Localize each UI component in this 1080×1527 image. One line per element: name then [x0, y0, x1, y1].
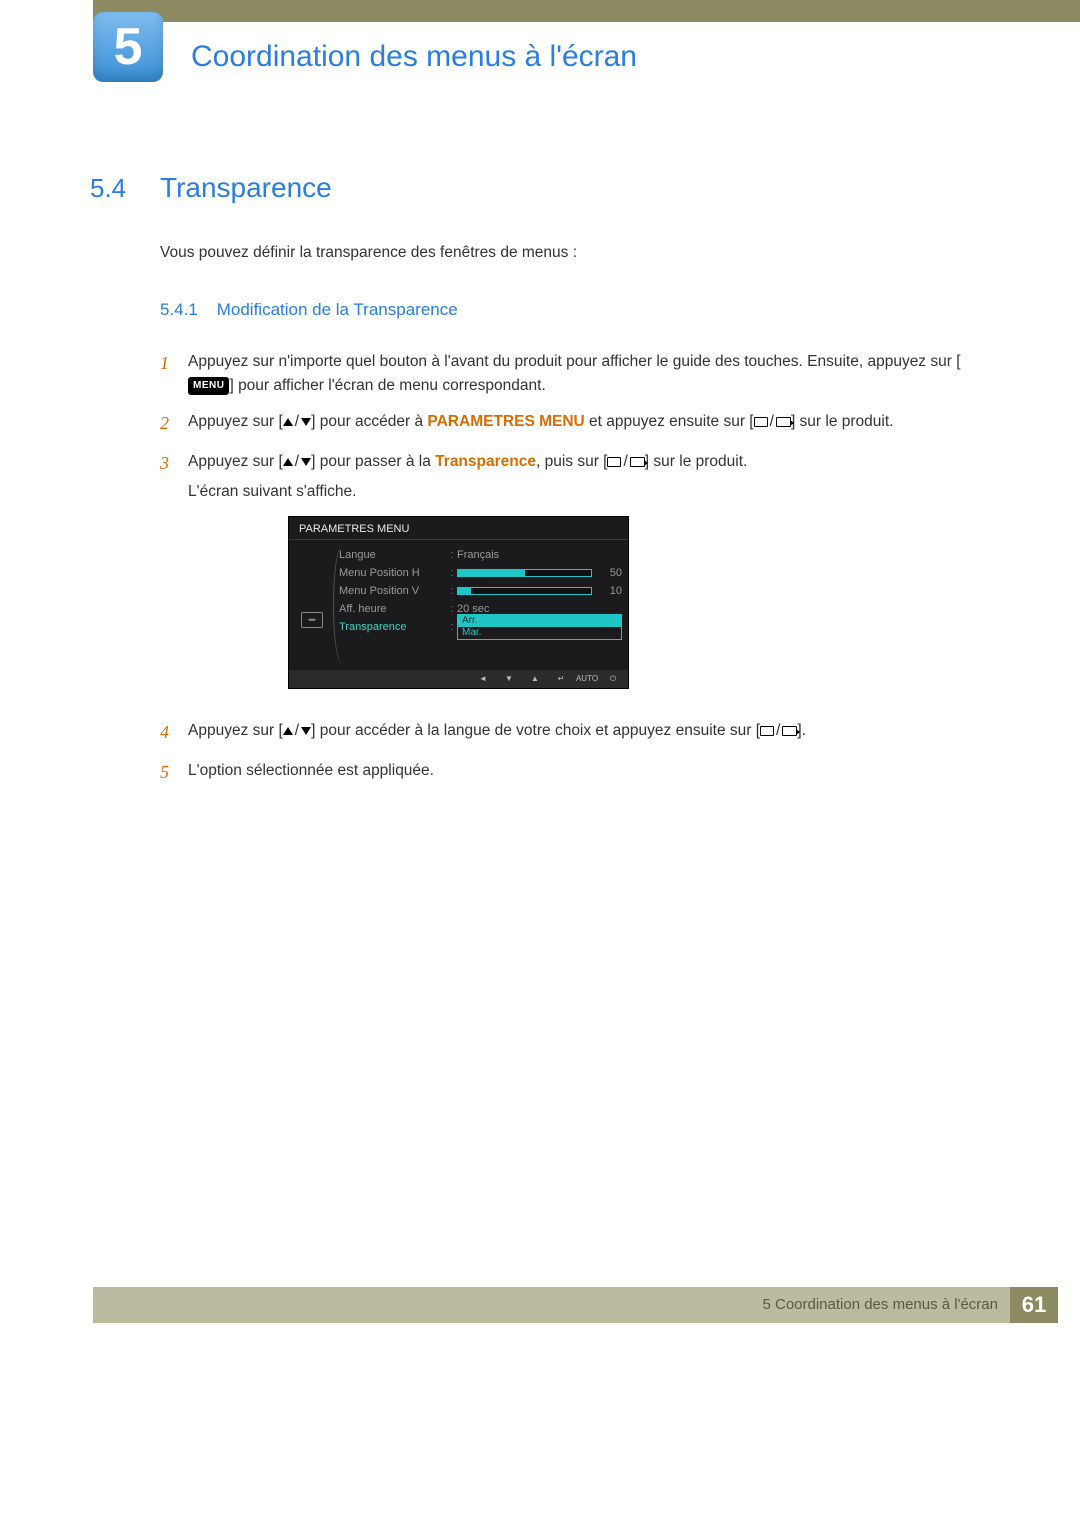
step-text: Appuyez sur n'importe quel bouton à l'av…: [188, 350, 990, 398]
osd-auto-label: AUTO: [580, 674, 594, 684]
chapter-header: 5 Coordination des menus à l'écran: [0, 22, 1080, 82]
osd-slider: [457, 569, 592, 577]
rect-icon: [760, 726, 774, 736]
osd-row-position-h: Menu Position H : 50: [339, 564, 622, 582]
osd-footer-icons: ◄ ▼ ▲ ↵ AUTO ⏻: [289, 670, 628, 688]
osd-option-box: Arr. Mar.: [457, 614, 622, 640]
osd-enter-icon: ↵: [554, 674, 568, 684]
step-text: Appuyez sur [/] pour passer à la Transpa…: [188, 450, 990, 504]
steps-list: 1 Appuyez sur n'importe quel bouton à l'…: [160, 350, 990, 504]
up-arrow-icon: [283, 418, 293, 426]
subsection-heading: 5.4.1 Modification de la Transparence: [160, 300, 990, 320]
osd-back-icon: ◄: [476, 674, 490, 684]
section-heading: 5.4 Transparence: [90, 172, 990, 204]
osd-up-icon: ▲: [528, 674, 542, 684]
steps-list-cont: 4 Appuyez sur [/] pour accéder à la lang…: [160, 719, 990, 787]
step-text: L'option sélectionnée est appliquée.: [188, 759, 990, 787]
rect-arrow-icon: [776, 417, 791, 427]
osd-power-icon: ⏻: [606, 674, 620, 684]
section-number: 5.4: [90, 173, 160, 204]
down-arrow-icon: [301, 418, 311, 426]
page-footer: 5 Coordination des menus à l'écran 61: [0, 1287, 1080, 1323]
rect-arrow-icon: [630, 457, 645, 467]
step-4: 4 Appuyez sur [/] pour accéder à la lang…: [160, 719, 990, 747]
osd-option: Mar.: [458, 627, 621, 639]
footer-chapter-label: 5 Coordination des menus à l'écran: [93, 1287, 1010, 1323]
osd-slider: [457, 587, 592, 595]
step-number: 2: [160, 410, 188, 438]
step-number: 3: [160, 450, 188, 504]
step-2: 2 Appuyez sur [/] pour accéder à PARAMET…: [160, 410, 990, 438]
step-text: Appuyez sur [/] pour accéder à PARAMETRE…: [188, 410, 990, 438]
highlighted-term: Transparence: [435, 453, 536, 470]
osd-option-selected: Arr.: [458, 615, 621, 627]
osd-row-position-v: Menu Position V : 10: [339, 582, 622, 600]
section-intro: Vous pouvez définir la transparence des …: [160, 244, 990, 262]
down-arrow-icon: [301, 458, 311, 466]
up-arrow-icon: [283, 458, 293, 466]
down-arrow-icon: [301, 727, 311, 735]
step-number: 4: [160, 719, 188, 747]
subsection-number: 5.4.1: [160, 300, 198, 319]
step-1: 1 Appuyez sur n'importe quel bouton à l'…: [160, 350, 990, 398]
step-tail: L'écran suivant s'affiche.: [188, 480, 990, 504]
step-number: 1: [160, 350, 188, 398]
section-title: Transparence: [160, 172, 332, 204]
osd-row-transparence: Transparence : Arr. Mar.: [339, 618, 622, 636]
chapter-number-badge: 5: [93, 12, 163, 82]
step-text: Appuyez sur [/] pour accéder à la langue…: [188, 719, 990, 747]
subsection-title: Modification de la Transparence: [217, 300, 458, 319]
rect-icon: [754, 417, 768, 427]
rect-icon: [607, 457, 621, 467]
osd-row-langue: Langue : Français: [339, 546, 622, 564]
up-arrow-icon: [283, 727, 293, 735]
osd-down-icon: ▼: [502, 674, 516, 684]
step-number: 5: [160, 759, 188, 787]
highlighted-term: PARAMETRES MENU: [427, 413, 584, 430]
page-number: 61: [1010, 1287, 1058, 1323]
osd-screenshot: PARAMETRES MENU Langue : Français Menu P…: [288, 516, 629, 689]
step-3: 3 Appuyez sur [/] pour passer à la Trans…: [160, 450, 990, 504]
osd-category-icon: [301, 612, 323, 628]
chapter-title: Coordination des menus à l'écran: [191, 40, 637, 74]
menu-button-pill: MENU: [188, 377, 229, 395]
rect-arrow-icon: [782, 726, 797, 736]
step-5: 5 L'option sélectionnée est appliquée.: [160, 759, 990, 787]
osd-title: PARAMETRES MENU: [289, 517, 628, 540]
